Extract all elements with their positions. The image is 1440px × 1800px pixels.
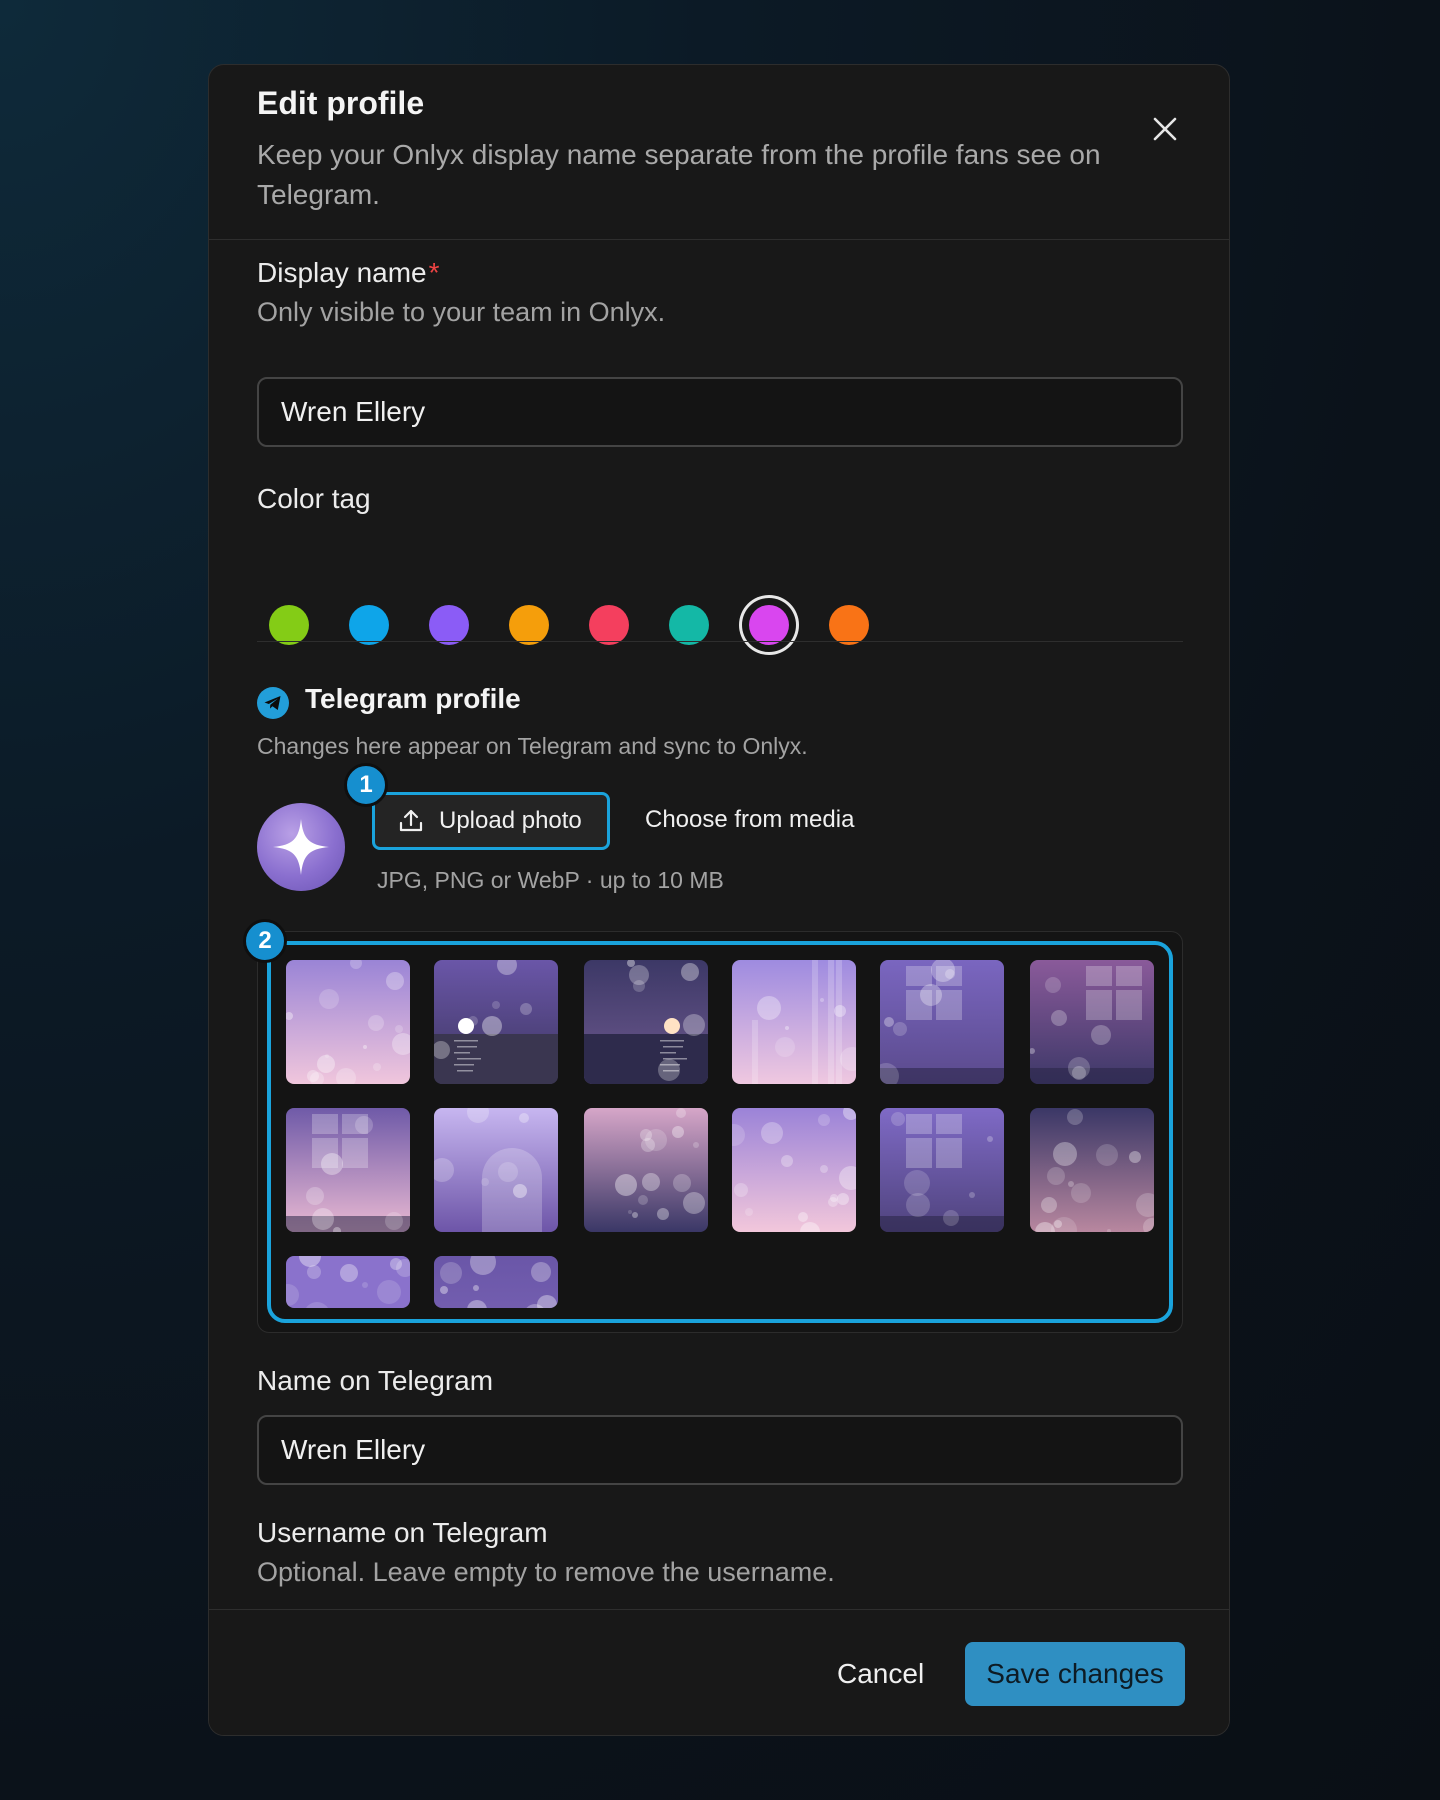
media-grid — [257, 931, 1183, 1333]
media-thumbnail[interactable] — [584, 960, 708, 1084]
section-divider — [257, 641, 1183, 642]
media-thumbnail-image — [286, 960, 410, 1084]
media-thumbnail-image — [434, 1108, 558, 1232]
media-thumbnail[interactable] — [584, 1108, 708, 1232]
media-thumbnail-image — [434, 960, 558, 1084]
color-swatch[interactable] — [429, 605, 469, 645]
file-type-hint: JPG, PNG or WebP · up to 10 MB — [377, 867, 724, 893]
upload-photo-button[interactable]: Upload photo — [372, 792, 610, 850]
display-name-input[interactable]: Wren Ellery — [257, 377, 1183, 447]
telegram-icon — [257, 687, 289, 719]
media-thumbnail-image — [286, 1108, 410, 1232]
media-thumbnail[interactable] — [286, 1108, 410, 1232]
dialog-subtitle: Keep your Onlyx display name separate fr… — [257, 139, 1101, 210]
color-swatch[interactable] — [269, 605, 309, 645]
media-thumbnail[interactable] — [1030, 960, 1154, 1084]
media-thumbnail[interactable] — [434, 1256, 558, 1308]
close-button[interactable] — [1143, 107, 1187, 151]
media-thumbnail-image — [1030, 1108, 1154, 1232]
media-thumbnail-image — [584, 1108, 708, 1232]
media-thumbnail[interactable] — [1030, 1108, 1154, 1232]
media-thumbnail-image — [1030, 960, 1154, 1084]
username-on-telegram-label: Username on Telegram — [257, 1517, 548, 1548]
upload-photo-label: Upload photo — [439, 807, 582, 834]
media-thumbnail[interactable] — [434, 960, 558, 1084]
dialog-title: Edit profile — [257, 85, 425, 121]
cancel-button[interactable]: Cancel — [837, 1650, 924, 1698]
close-icon — [1153, 117, 1177, 141]
media-thumbnail-image — [584, 960, 708, 1084]
media-thumbnail[interactable] — [880, 1108, 1004, 1232]
color-tag-label: Color tag — [257, 483, 371, 514]
name-on-telegram-label: Name on Telegram — [257, 1365, 494, 1396]
media-thumbnail[interactable] — [286, 1256, 410, 1308]
media-thumbnail[interactable] — [732, 1108, 856, 1232]
color-swatch[interactable] — [349, 605, 389, 645]
media-thumbnail-image — [880, 1108, 1004, 1232]
dialog-footer: Cancel Save changes — [209, 1609, 1229, 1735]
telegram-profile-subtitle: Changes here appear on Telegram and sync… — [257, 733, 808, 759]
edit-profile-dialog: Edit profile Keep your Onlyx display nam… — [208, 64, 1230, 1736]
display-name-label: Display name* — [257, 257, 440, 289]
choose-from-media-button[interactable]: Choose from media — [645, 806, 854, 834]
color-swatch[interactable] — [509, 605, 549, 645]
dialog-header: Edit profile Keep your Onlyx display nam… — [209, 65, 1229, 240]
media-thumbnail-image — [732, 960, 856, 1084]
media-thumbnail-image — [286, 1256, 410, 1308]
color-swatch[interactable] — [589, 605, 629, 645]
media-thumbnail[interactable] — [732, 960, 856, 1084]
name-on-telegram-input[interactable]: Wren Ellery — [257, 1415, 1183, 1485]
sparkle-icon — [273, 819, 329, 875]
step-badge-2: 2 — [243, 919, 287, 963]
save-changes-button[interactable]: Save changes — [965, 1642, 1185, 1706]
media-thumbnail[interactable] — [286, 960, 410, 1084]
color-swatch[interactable] — [669, 605, 709, 645]
media-thumbnail[interactable] — [880, 960, 1004, 1084]
avatar — [257, 803, 345, 891]
required-mark: * — [428, 257, 440, 288]
media-thumbnail-image — [434, 1256, 558, 1308]
display-name-hint: Only visible to your team in Onlyx. — [257, 297, 666, 327]
step-badge-1: 1 — [344, 763, 388, 807]
username-on-telegram-hint: Optional. Leave empty to remove the user… — [257, 1557, 835, 1587]
media-thumbnail[interactable] — [434, 1108, 558, 1232]
media-thumbnail-image — [880, 960, 1004, 1084]
display-name-label-text: Display name — [257, 257, 427, 288]
color-swatch[interactable] — [829, 605, 869, 645]
color-swatch[interactable] — [749, 605, 789, 645]
telegram-profile-title: Telegram profile — [305, 683, 521, 714]
media-thumbnail-image — [732, 1108, 856, 1232]
upload-icon — [399, 809, 423, 832]
